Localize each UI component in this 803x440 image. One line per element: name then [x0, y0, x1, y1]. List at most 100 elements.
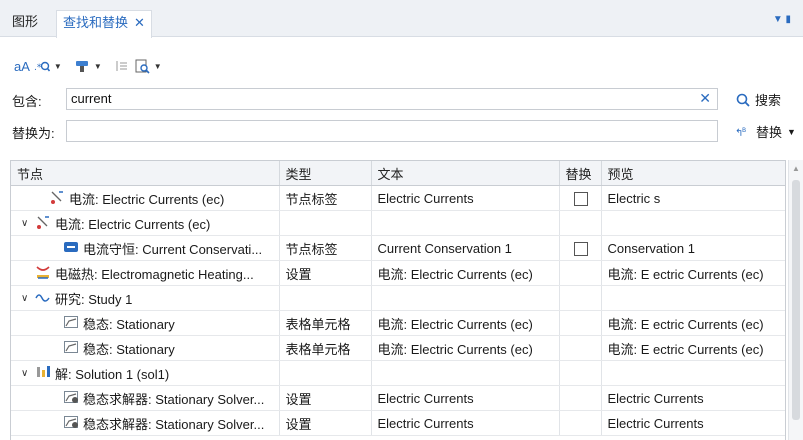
- cell-replace: [559, 260, 602, 286]
- table-row[interactable]: 电流守恒: Current Conservati... 节点标签 Current C…: [11, 235, 785, 261]
- cell-text: [371, 360, 560, 386]
- cell-text: 电流: Electric Currents (ec): [371, 335, 560, 361]
- search-button[interactable]: 搜索: [736, 90, 781, 109]
- chevron-down-icon[interactable]: ▼: [94, 62, 102, 71]
- cell-type: 设置: [279, 385, 372, 411]
- physics-icon: [49, 189, 65, 208]
- replace-checkbox[interactable]: [573, 241, 588, 256]
- chevron-down-icon[interactable]: ▼: [787, 127, 796, 137]
- cell-replace: [559, 310, 602, 336]
- cell-node[interactable]: ∨ 解: Solution 1 (sol1): [11, 360, 280, 386]
- solution-icon: [35, 364, 51, 383]
- conservation-icon: [63, 239, 79, 258]
- node-label: 稳态求解器: Stationary Solver...: [83, 416, 265, 432]
- search-input[interactable]: [67, 89, 675, 108]
- solver-icon: [63, 414, 79, 433]
- column-header-type[interactable]: 类型: [279, 161, 372, 186]
- replace-field[interactable]: [66, 120, 718, 142]
- cell-node[interactable]: 稳态: Stationary: [11, 310, 280, 336]
- solver-icon: [63, 389, 79, 408]
- node-label: 解: Solution 1 (sol1): [55, 366, 170, 382]
- column-header-node[interactable]: 节点: [11, 161, 280, 186]
- cell-text: 电流: Electric Currents (ec): [371, 260, 560, 286]
- text-node-icon[interactable]: [114, 58, 130, 74]
- column-header-text[interactable]: 文本: [371, 161, 560, 186]
- cell-type: 表格单元格: [279, 335, 372, 361]
- table-row[interactable]: 稳态求解器: Stationary Solver... 设置 Electric Cu…: [11, 410, 785, 436]
- results-table: 节点 类型 文本 替换 预览 电流: Electric Currents (ec…: [10, 160, 786, 440]
- cell-replace: [559, 185, 602, 211]
- cell-replace: [559, 360, 602, 386]
- replace-input[interactable]: [67, 121, 675, 140]
- cell-text: Electric Currents: [371, 185, 560, 211]
- tab-graphics[interactable]: 图形: [12, 10, 38, 36]
- table-row[interactable]: 电流: Electric Currents (ec) 节点标签 Electric C…: [11, 185, 785, 211]
- cell-text: [371, 210, 560, 236]
- filter-icon[interactable]: [74, 58, 90, 74]
- column-header-preview[interactable]: 预览: [601, 161, 785, 186]
- chevron-down-icon[interactable]: ∨: [21, 293, 31, 304]
- stationary-icon: [63, 339, 79, 358]
- cell-replace: [559, 285, 602, 311]
- close-icon[interactable]: ✕: [699, 90, 711, 107]
- chevron-up-icon[interactable]: ▲: [792, 164, 800, 173]
- scrollbar-thumb[interactable]: [792, 180, 800, 420]
- cell-node[interactable]: 电磁热: Electromagnetic Heating...: [11, 260, 280, 286]
- tab-find-replace[interactable]: 查找和替换 ✕: [56, 10, 152, 38]
- cell-preview: 电流: E ectric Currents (ec): [601, 310, 785, 336]
- cell-node[interactable]: ∨ 研究: Study 1: [11, 285, 280, 311]
- study-icon: [35, 289, 51, 308]
- cell-node[interactable]: ∨ 电流: Electric Currents (ec): [11, 210, 280, 236]
- replace-button[interactable]: ↰ B 替换 ▼: [735, 122, 796, 141]
- column-header-replace[interactable]: 替换: [559, 161, 602, 186]
- close-icon[interactable]: ✕: [134, 15, 145, 30]
- cell-text: Electric Currents: [371, 410, 560, 436]
- cell-node[interactable]: 电流守恒: Current Conservati...: [11, 235, 280, 261]
- replace-checkbox[interactable]: [573, 191, 588, 206]
- cell-replace: [559, 210, 602, 236]
- cell-preview: Conservation 1: [601, 235, 785, 261]
- search-button-label: 搜索: [755, 93, 782, 108]
- table-row[interactable]: 稳态: Stationary 表格单元格 电流: Electric Currents…: [11, 310, 785, 336]
- table-row[interactable]: ∨ 解: Solution 1 (sol1): [11, 360, 785, 386]
- cell-replace: [559, 335, 602, 361]
- table-row[interactable]: ∨ 电流: Electric Currents (ec): [11, 210, 785, 236]
- contains-field[interactable]: ✕: [66, 88, 718, 110]
- chevron-down-icon[interactable]: ∨: [21, 218, 31, 229]
- cell-type: [279, 210, 372, 236]
- chevron-down-icon[interactable]: ∨: [21, 368, 31, 379]
- cell-type: 设置: [279, 260, 372, 286]
- replace-label: 替换为:: [12, 126, 55, 141]
- cell-type: 节点标签: [279, 185, 372, 211]
- cell-preview: Electric Currents: [601, 385, 785, 411]
- cell-node[interactable]: 电流: Electric Currents (ec): [11, 185, 280, 211]
- scrollbar[interactable]: ▲: [788, 160, 803, 440]
- match-case-icon[interactable]: aA: [14, 59, 30, 74]
- chevron-down-icon[interactable]: ▼ ▮: [773, 14, 791, 25]
- tab-find-replace-label: 查找和替换: [63, 15, 129, 30]
- node-label: 电流: Electric Currents (ec): [69, 191, 225, 207]
- table-header: 节点 类型 文本 替换 预览: [11, 161, 785, 186]
- table-row[interactable]: 稳态求解器: Stationary Solver... 设置 Electric Cu…: [11, 385, 785, 411]
- cell-node[interactable]: 稳态求解器: Stationary Solver...: [11, 385, 280, 411]
- table-row[interactable]: 电磁热: Electromagnetic Heating... 设置 电流: Ele…: [11, 260, 785, 286]
- cell-preview: [601, 210, 785, 236]
- regex-search-icon[interactable]: .*: [34, 58, 51, 74]
- stationary-icon: [63, 314, 79, 333]
- cell-type: 表格单元格: [279, 310, 372, 336]
- cell-node[interactable]: 稳态: Stationary: [11, 335, 280, 361]
- cell-node[interactable]: 稳态求解器: Stationary Solver...: [11, 410, 280, 436]
- search-in-icon[interactable]: [134, 58, 150, 74]
- table-row[interactable]: 稳态: Stationary 表格单元格 电流: Electric Currents…: [11, 335, 785, 361]
- cell-preview: 电流: E ectric Currents (ec): [601, 260, 785, 286]
- replace-button-label: 替换: [756, 125, 783, 140]
- chevron-down-icon[interactable]: ▼: [154, 62, 162, 71]
- tab-graphics-label: 图形: [12, 14, 39, 29]
- physics-icon: [35, 214, 51, 233]
- chevron-down-icon[interactable]: ▼: [54, 62, 62, 71]
- node-label: 稳态: Stationary: [83, 341, 175, 357]
- table-row[interactable]: ∨ 研究: Study 1: [11, 285, 785, 311]
- cell-replace: [559, 385, 602, 411]
- contains-label: 包含:: [12, 94, 42, 109]
- replace-icon: ↰B: [735, 127, 746, 139]
